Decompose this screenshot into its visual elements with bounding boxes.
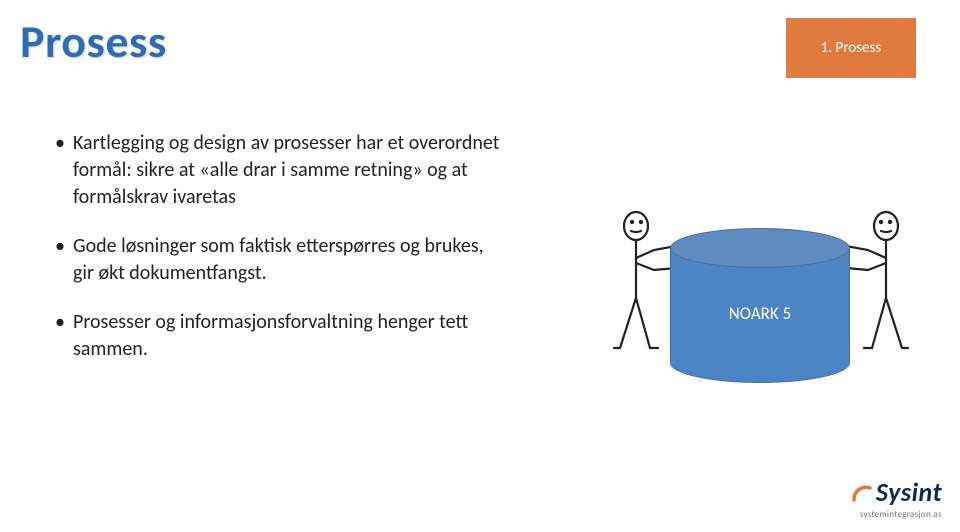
- slide-title: Prosess: [20, 14, 167, 70]
- logo: Sysint systemintegrasjon.as: [851, 476, 942, 520]
- bullet-text: Kartlegging og design av prosesser har e…: [73, 130, 505, 211]
- stick-figure-right-icon: [848, 208, 908, 378]
- bullet-dot-icon: [55, 233, 73, 287]
- logo-brand-text: Sysint: [876, 476, 942, 508]
- section-tag: 1. Prosess: [786, 18, 916, 78]
- bullet-text: Prosesser og informasjonsforvaltning hen…: [73, 309, 505, 363]
- cylinder-label: NOARK 5: [670, 303, 850, 324]
- bullet-dot-icon: [55, 309, 73, 363]
- logo-brand: Sysint: [851, 476, 942, 511]
- diagram: NOARK 5: [580, 200, 940, 420]
- body-text: Kartlegging og design av prosesser har e…: [55, 130, 505, 385]
- slide: Prosess 1. Prosess Kartlegging og design…: [0, 0, 960, 532]
- section-tag-label: 1. Prosess: [821, 39, 882, 57]
- bullet-item: Gode løsninger som faktisk etterspørres …: [55, 233, 505, 287]
- bullet-item: Kartlegging og design av prosesser har e…: [55, 130, 505, 211]
- logo-subtext: systemintegrasjon.as: [851, 509, 942, 520]
- logo-arc-icon: [851, 479, 873, 511]
- bullet-item: Prosesser og informasjonsforvaltning hen…: [55, 309, 505, 363]
- stick-figure-left-icon: [614, 208, 674, 378]
- bullet-dot-icon: [55, 130, 73, 211]
- database-cylinder-icon: NOARK 5: [670, 228, 850, 383]
- bullet-text: Gode løsninger som faktisk etterspørres …: [73, 233, 505, 287]
